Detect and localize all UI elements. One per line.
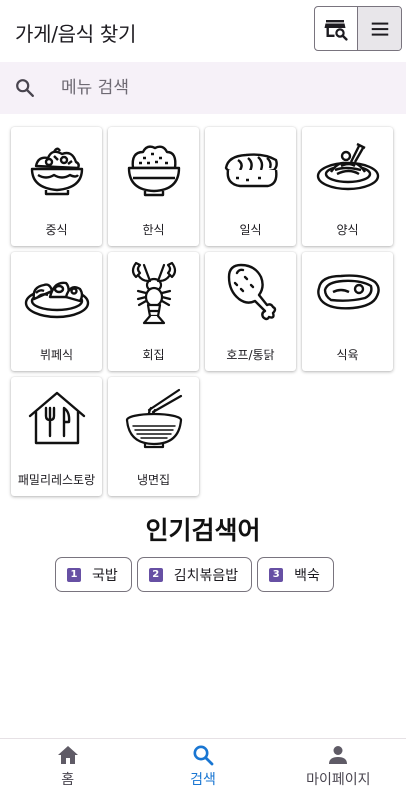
rice-bowl-icon — [127, 144, 180, 196]
category-label: 호프/통닭 — [226, 348, 275, 362]
category-label: 식육 — [336, 348, 359, 362]
buffet-platter-icon — [24, 281, 89, 318]
nav-search[interactable]: 검색 — [135, 739, 270, 789]
category-card-seafood[interactable]: 회집 — [108, 252, 199, 371]
category-card-japanese[interactable]: 일식 — [205, 127, 296, 246]
family-restaurant-icon — [28, 391, 85, 444]
category-card-meat[interactable]: 식육 — [302, 252, 393, 371]
nav-label: 마이페이지 — [306, 772, 371, 788]
sushi-icon — [224, 152, 278, 187]
popular-searches-title: 인기검색어 — [145, 516, 261, 545]
category-label: 패밀리레스토랑 — [17, 473, 96, 487]
category-label: 뷔페식 — [39, 348, 74, 362]
rank-badge: 3 — [269, 567, 284, 582]
category-card-naengmyeon[interactable]: 냉면집 — [108, 377, 199, 496]
search-icon — [193, 745, 214, 766]
bottom-navigation: 홈 검색 마이페이지 — [0, 738, 406, 789]
category-label: 한식 — [142, 223, 165, 237]
category-card-korean[interactable]: 한식 — [108, 127, 199, 246]
store-search-toggle-button[interactable] — [315, 7, 359, 50]
chip-label: 김치볶음밥 — [173, 567, 239, 584]
chip-label: 국밥 — [92, 567, 118, 584]
rank-badge: 1 — [67, 567, 81, 582]
home-icon — [57, 746, 78, 764]
category-card-pub-chicken[interactable]: 호프/통닭 — [205, 252, 296, 371]
menu-search-input[interactable] — [61, 78, 361, 98]
category-grid: 중식 한식 일식 양식 뷔페식 회집 호프/통닭 식육 패밀리레스토랑 냉면집 — [11, 127, 395, 496]
popular-chip[interactable]: 2 김치볶음밥 — [136, 557, 253, 592]
menu-toggle-button[interactable] — [358, 7, 401, 50]
steak-icon — [316, 273, 380, 310]
nav-label: 홈 — [61, 772, 75, 788]
category-card-buffet[interactable]: 뷔페식 — [11, 252, 102, 371]
rank-badge: 2 — [148, 567, 163, 582]
category-card-chinese[interactable]: 중식 — [11, 127, 102, 246]
pasta-icon — [316, 142, 379, 190]
category-label: 회집 — [142, 348, 165, 362]
nav-home[interactable]: 홈 — [0, 739, 135, 789]
chicken-leg-icon — [227, 263, 276, 320]
category-label: 일식 — [239, 223, 262, 237]
popular-chip[interactable]: 3 백숙 — [257, 557, 334, 592]
app-bar: 가게/음식 찾기 — [0, 0, 406, 62]
view-toggle-group — [314, 6, 402, 51]
category-label: 양식 — [336, 223, 359, 237]
category-card-western[interactable]: 양식 — [302, 127, 393, 246]
nav-label: 검색 — [190, 772, 216, 788]
noodle-bowl-icon — [125, 388, 182, 448]
popular-search-chips: 1 국밥 2 김치볶음밥 3 백숙 — [55, 557, 334, 592]
page-title: 가게/음식 찾기 — [15, 22, 137, 46]
popular-chip[interactable]: 1 국밥 — [55, 557, 132, 592]
search-bar — [0, 62, 406, 114]
category-label: 냉면집 — [136, 473, 171, 487]
category-card-family-restaurant[interactable]: 패밀리레스토랑 — [11, 377, 102, 496]
chinese-food-icon — [30, 147, 83, 195]
search-icon[interactable] — [14, 77, 36, 99]
lobster-icon — [131, 261, 176, 324]
menu-icon — [371, 22, 388, 36]
category-label: 중식 — [45, 223, 68, 237]
nav-mypage[interactable]: 마이페이지 — [271, 739, 406, 789]
store-search-icon — [324, 19, 348, 41]
chip-label: 백숙 — [294, 567, 320, 584]
person-icon — [329, 746, 348, 764]
